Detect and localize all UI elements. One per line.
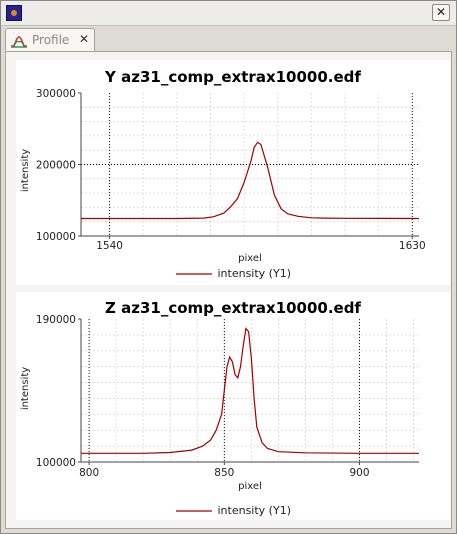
y-tick-label: 300000 [36,88,76,100]
tab-close-icon[interactable]: ✕ [79,32,89,46]
x-tick-label: 1540 [96,240,123,252]
y-tick-label: 100000 [36,457,76,469]
chart-panel-z: Z az31_comp_extrax10000.edf intensity 10… [16,292,450,520]
x-tick-label: 850 [214,467,234,479]
chart-legend: intensity (Y1) [176,267,291,280]
x-axis-label: pixel [238,253,262,264]
x-tick-label: 1630 [399,240,426,252]
legend-line-icon [176,273,212,275]
y-tick-label: 190000 [36,314,76,326]
profile-curve-icon [11,36,27,48]
profile-view: Y az31_comp_extrax10000.edf intensity 10… [5,51,452,529]
legend-label: intensity (Y1) [217,504,292,517]
application-window: ✕ Profile ✕ Y az31_comp_extrax10000.edf … [0,0,457,534]
title-bar: ✕ [1,1,456,26]
chart-panel-y: Y az31_comp_extrax10000.edf intensity 10… [16,60,450,285]
chart-plot[interactable]: 100000 200000 300000 1540 1630 pixel [16,60,450,285]
y-tick-label: 100000 [36,231,76,243]
legend-label: intensity (Y1) [217,267,292,280]
tab-bar: Profile ✕ [1,26,456,51]
tab-profile-label: Profile [32,33,70,47]
chart-legend: intensity (Y1) [176,504,291,517]
x-tick-label: 900 [349,467,369,479]
app-icon [6,5,22,21]
legend-line-icon [176,510,212,512]
tab-profile[interactable]: Profile ✕ [5,28,95,51]
chart-plot[interactable]: 100000 190000 800 850 900 pixel [16,292,450,520]
window-close-button[interactable]: ✕ [432,4,450,21]
x-axis-label: pixel [238,481,262,492]
x-tick-label: 800 [79,467,99,479]
y-tick-label: 200000 [36,160,76,172]
